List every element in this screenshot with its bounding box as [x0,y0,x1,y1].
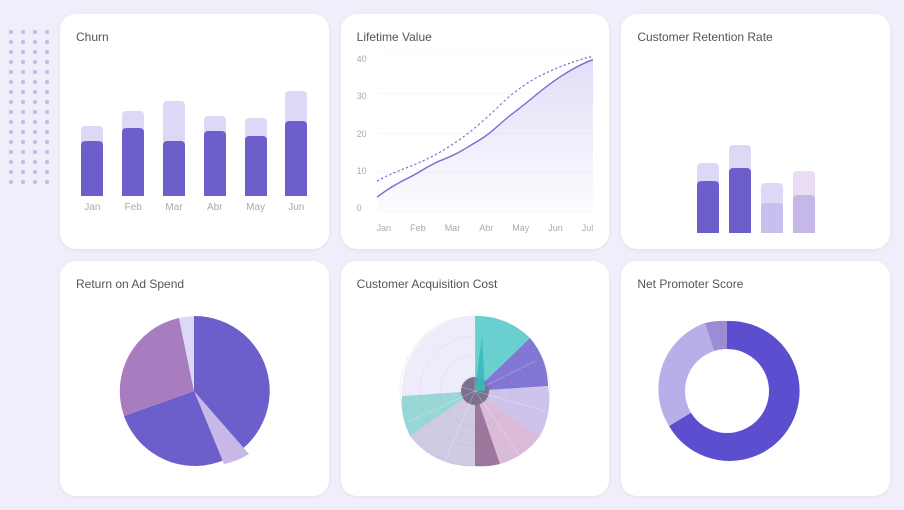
lifetime-value-chart: 0 10 20 30 40 [357,54,594,233]
bar-group-feb: Feb [117,76,150,213]
line-chart-svg [377,54,594,213]
bar-label-mar: Mar [165,202,182,213]
nps-title: Net Promoter Score [637,277,874,291]
bar-group-jan: Jan [76,76,109,213]
nps-chart [637,301,874,480]
retention-card: Customer Retention Rate [621,14,890,249]
ret-bar-3 [761,183,783,233]
ret-bar-2 [729,145,751,233]
churn-title: Churn [76,30,313,44]
ret-bar-4 [793,171,815,233]
roas-card: Return on Ad Spend [60,261,329,496]
retention-title: Customer Retention Rate [637,30,874,44]
lifetime-value-title: Lifetime Value [357,30,594,44]
bar-group-jun: Jun [280,76,313,213]
ret-bar-1 [697,163,719,233]
bar-label-jan: Jan [84,202,100,213]
cac-card: Customer Acquisition Cost [341,261,610,496]
roas-pie-svg [109,306,279,476]
y-axis: 0 10 20 30 40 [357,54,375,213]
churn-chart: Jan Feb Mar [76,54,313,233]
roas-chart [76,301,313,480]
roas-title: Return on Ad Spend [76,277,313,291]
dot-grid [0,20,61,194]
nps-card: Net Promoter Score [621,261,890,496]
bar-group-mar: Mar [158,76,191,213]
nps-donut-svg [647,311,807,471]
cac-chart [357,301,594,480]
bar-chart: Jan Feb Mar [76,93,313,233]
bar-group-abr: Abr [198,76,231,213]
cac-polar-svg [390,306,560,476]
lifetime-value-card: Lifetime Value 0 10 20 30 40 [341,14,610,249]
retention-bars [697,103,815,233]
dashboard-grid: Churn Jan Feb [60,0,904,510]
bar-group-may: May [239,76,272,213]
bar-label-feb: Feb [125,202,142,213]
cac-title: Customer Acquisition Cost [357,277,594,291]
retention-chart [637,54,874,233]
bar-label-abr: Abr [207,202,223,213]
sidebar [0,0,60,510]
bar-label-may: May [246,202,265,213]
churn-card: Churn Jan Feb [60,14,329,249]
bar-label-jun: Jun [288,202,304,213]
x-axis: Jan Feb Mar Abr May Jun Jul [377,223,594,233]
